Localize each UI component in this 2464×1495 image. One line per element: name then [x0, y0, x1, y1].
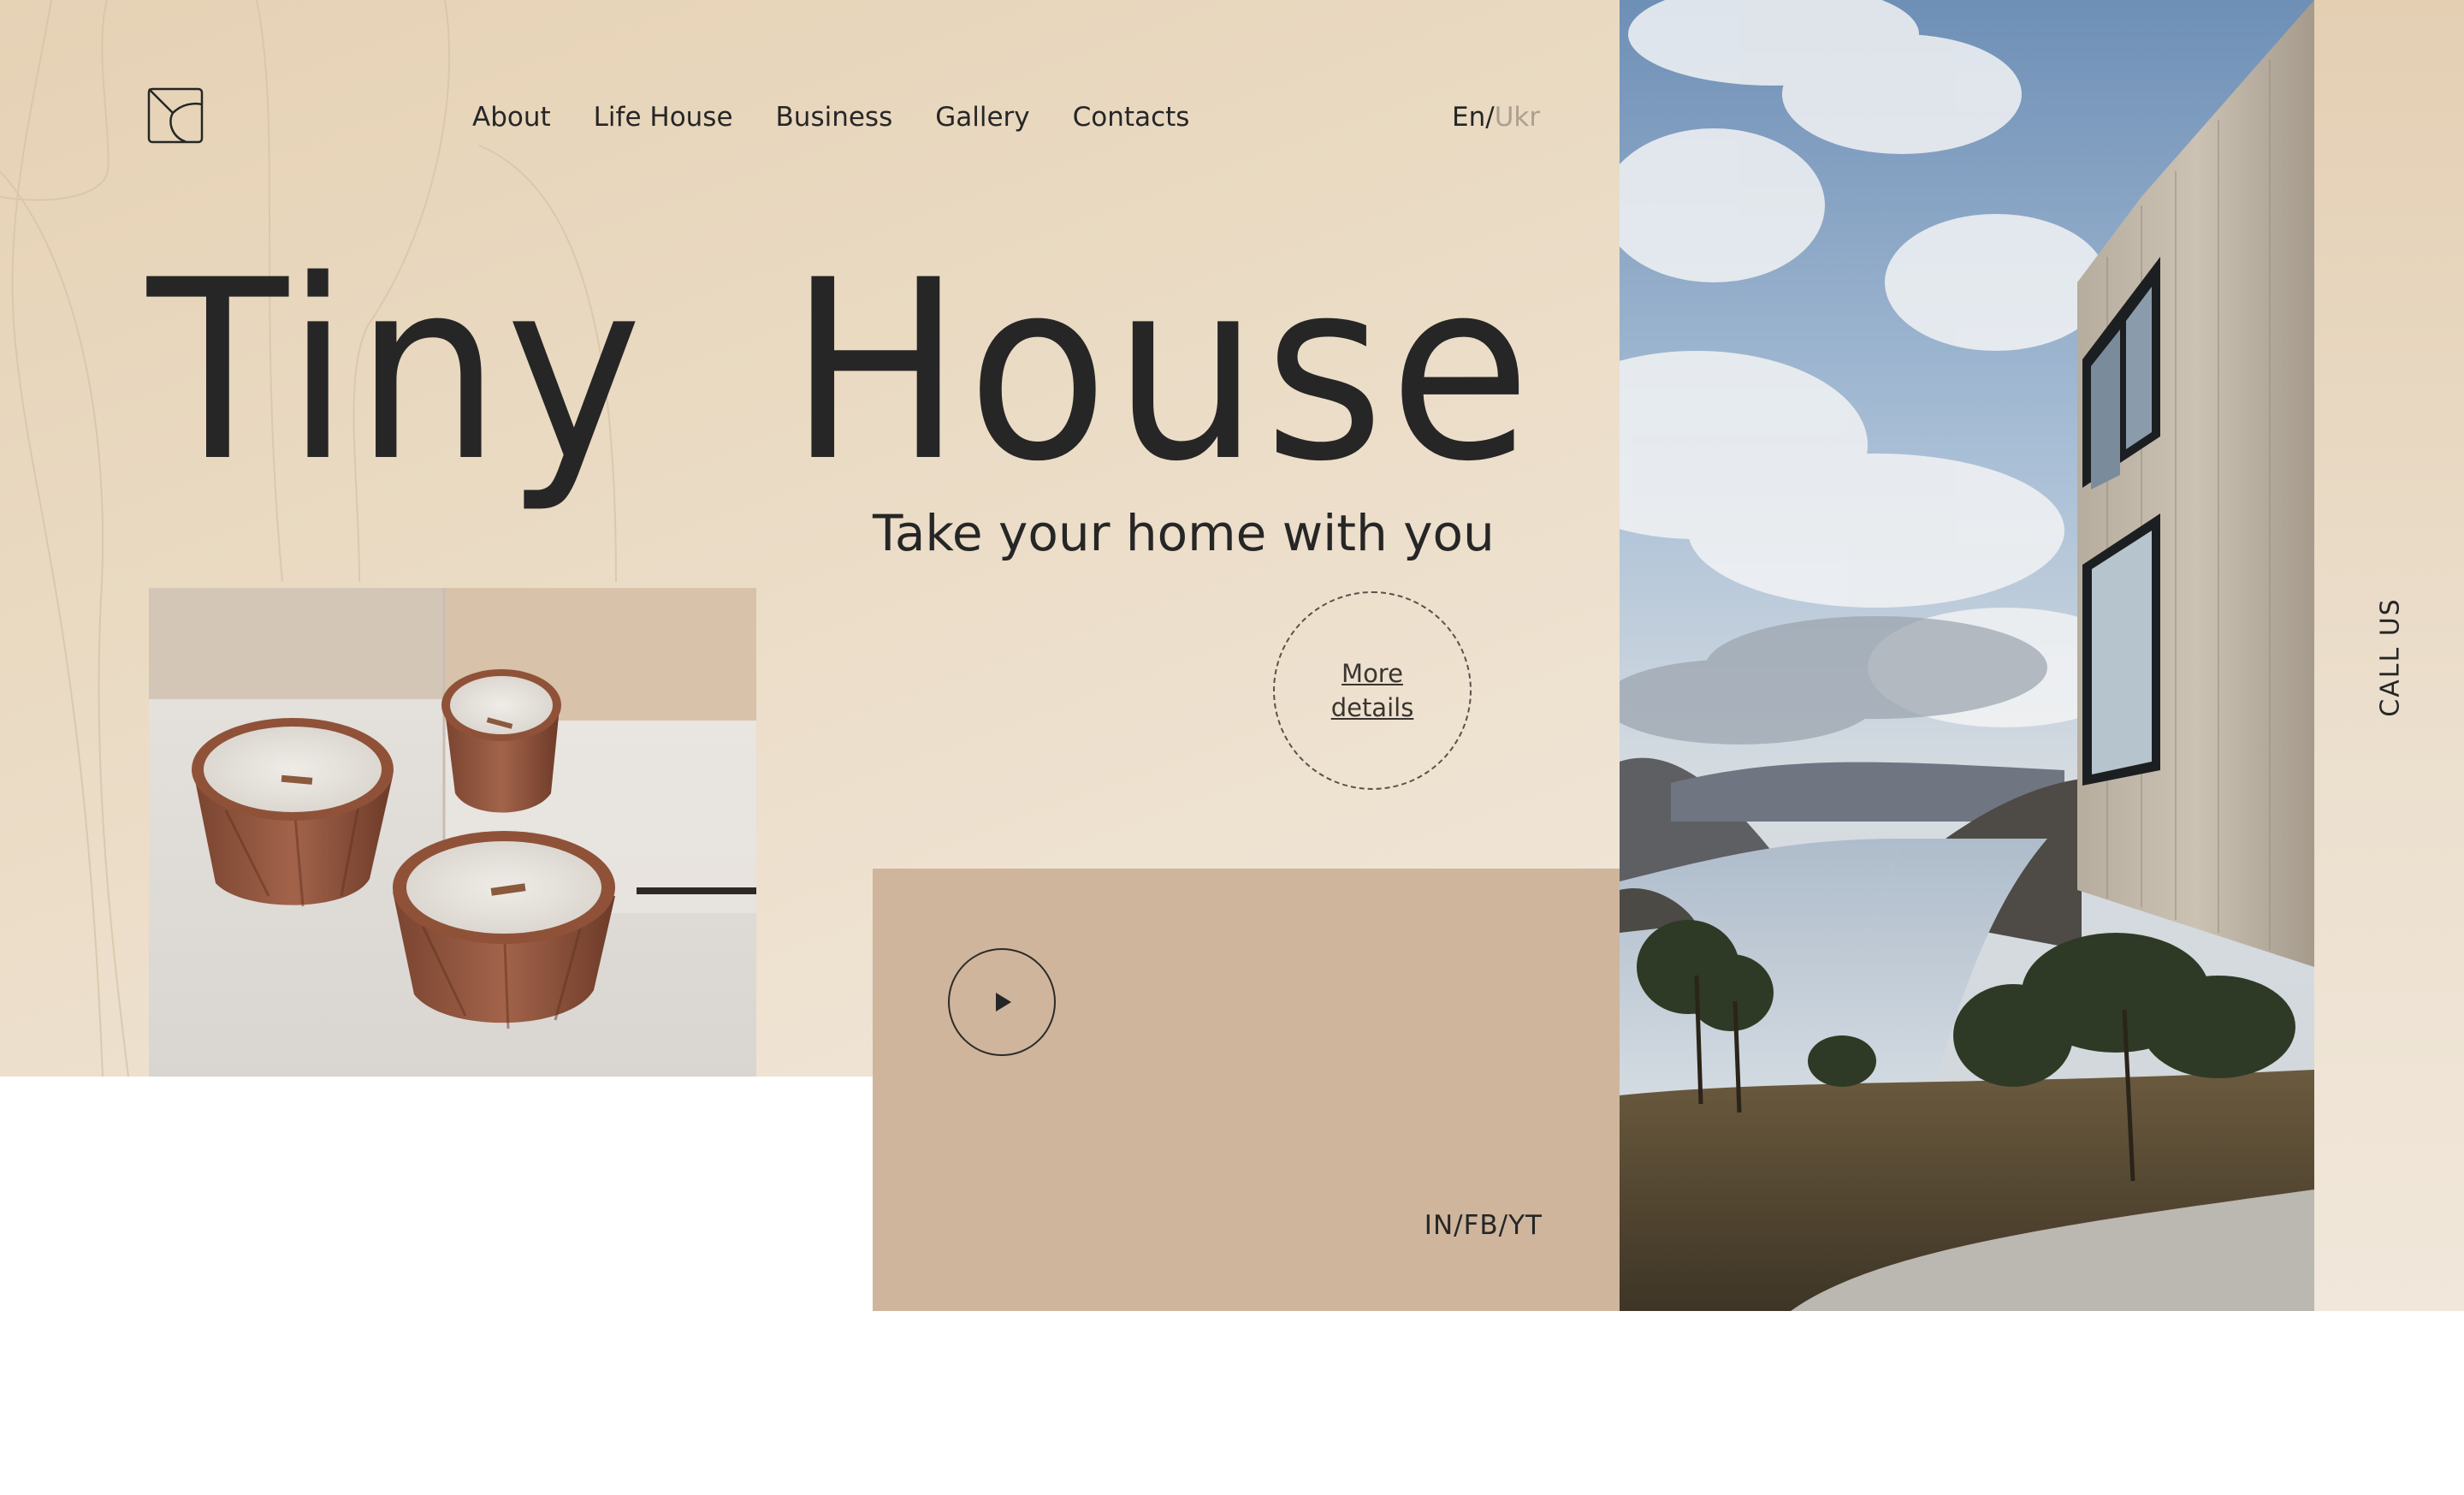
- logo-icon[interactable]: [147, 87, 204, 144]
- more-details-label-line2: details: [1330, 693, 1414, 722]
- nav-contacts[interactable]: Contacts: [1073, 96, 1190, 139]
- video-panel: IN/FB/YT: [873, 869, 1620, 1311]
- nav-business[interactable]: Business: [776, 96, 893, 139]
- hero-subtitle: Take your home with you: [873, 504, 1495, 562]
- language-en[interactable]: En: [1452, 102, 1485, 133]
- candles-photo: [149, 588, 756, 1077]
- nav-about[interactable]: About: [472, 96, 551, 139]
- play-button[interactable]: [948, 948, 1056, 1056]
- language-ukr[interactable]: Ukr: [1495, 102, 1540, 133]
- tiny-house-photo: [1620, 0, 2314, 1311]
- hero-title: Tiny House: [147, 228, 1537, 516]
- language-switcher: En/Ukr: [1452, 96, 1540, 139]
- play-icon: [996, 993, 1011, 1011]
- call-us-label: CALL US: [2375, 597, 2406, 717]
- nav-life-house[interactable]: Life House: [594, 96, 733, 139]
- main-nav: About Life House Business Gallery Contac…: [472, 96, 1189, 139]
- social-links[interactable]: IN/FB/YT: [1424, 1210, 1543, 1241]
- nav-gallery[interactable]: Gallery: [935, 96, 1029, 139]
- more-details-button[interactable]: More details: [1273, 591, 1472, 790]
- language-separator: /: [1485, 102, 1495, 133]
- more-details-label-line1: More: [1342, 659, 1403, 688]
